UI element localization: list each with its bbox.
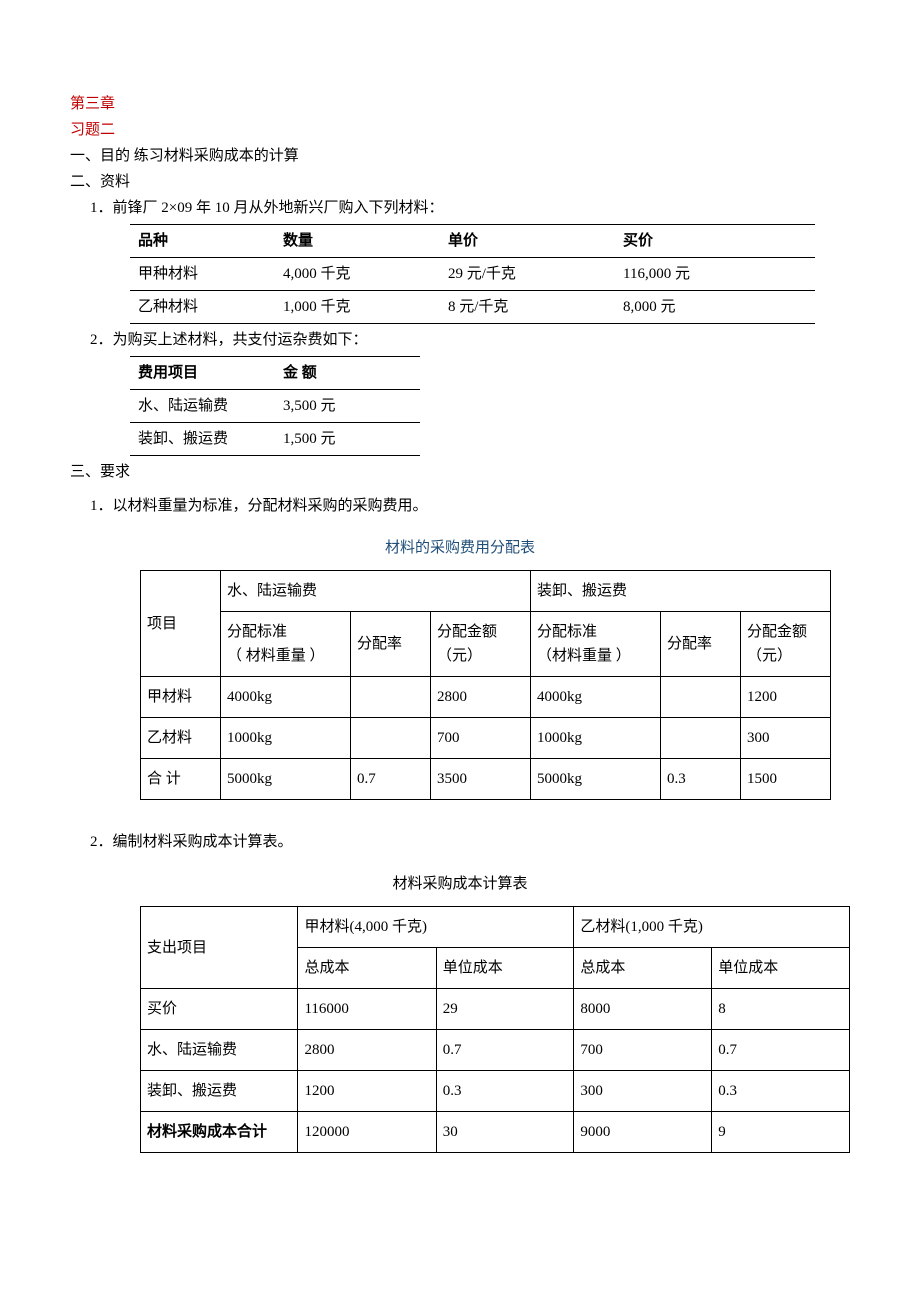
cost-total-label: 材料采购成本合计	[141, 1112, 298, 1153]
alloc-cell: 甲材料	[141, 677, 221, 718]
cost-cell: 300	[574, 1071, 712, 1112]
exercise-heading: 习题二	[70, 118, 850, 142]
chapter-heading: 第三章	[70, 92, 850, 116]
alloc-cell: 4000kg	[221, 677, 351, 718]
requirement-1: 1．以材料重量为标准，分配材料采购的采购费用。	[70, 494, 850, 518]
cost-cell: 水、陆运输费	[141, 1030, 298, 1071]
alloc-cell: 1500	[741, 759, 831, 800]
cost-cell: 30	[436, 1112, 574, 1153]
purpose-line: 一、目的 练习材料采购成本的计算	[70, 144, 850, 168]
info-line-1: 1．前锋厂 2×09 年 10 月从外地新兴厂购入下列材料：	[70, 196, 850, 220]
cost-cell: 9000	[574, 1112, 712, 1153]
alloc-cell	[351, 718, 431, 759]
alloc-cell: 300	[741, 718, 831, 759]
cost-cell: 2800	[298, 1030, 436, 1071]
cost-table: 支出项目 甲材料(4,000 千克) 乙材料(1,000 千克) 总成本 单位成…	[140, 906, 850, 1153]
materials-cell: 甲种材料	[130, 258, 275, 291]
alloc-subheader: 分配金额 （元）	[741, 612, 831, 677]
cost-header-mat1: 甲材料(4,000 千克)	[298, 907, 574, 948]
cost-cell: 8	[712, 989, 850, 1030]
cost-cell: 0.3	[712, 1071, 850, 1112]
cost-cell: 装卸、搬运费	[141, 1071, 298, 1112]
materials-cell: 29 元/千克	[440, 258, 615, 291]
alloc-cell: 0.3	[661, 759, 741, 800]
alloc-cell: 700	[431, 718, 531, 759]
materials-table: 品种 数量 单价 买价 甲种材料 4,000 千克 29 元/千克 116,00…	[130, 224, 815, 324]
cost-table-title: 材料采购成本计算表	[70, 872, 850, 896]
cost-cell: 0.7	[436, 1030, 574, 1071]
materials-cell: 8,000 元	[615, 291, 815, 324]
alloc-cell: 4000kg	[531, 677, 661, 718]
alloc-cell: 3500	[431, 759, 531, 800]
alloc-cell	[661, 677, 741, 718]
materials-header: 买价	[615, 225, 815, 258]
fees-header: 费用项目	[130, 357, 275, 390]
alloc-cell: 乙材料	[141, 718, 221, 759]
alloc-subheader: 分配标准 （材料重量 ）	[531, 612, 661, 677]
alloc-cell	[661, 718, 741, 759]
cost-subheader: 单位成本	[436, 948, 574, 989]
materials-cell: 4,000 千克	[275, 258, 440, 291]
cost-cell: 1200	[298, 1071, 436, 1112]
alloc-cell: 合 计	[141, 759, 221, 800]
allocation-table: 项目 水、陆运输费 装卸、搬运费 分配标准 （ 材料重量 ） 分配率 分配金额 …	[140, 570, 831, 800]
cost-cell: 116000	[298, 989, 436, 1030]
alloc-cell: 0.7	[351, 759, 431, 800]
requirement-2: 2．编制材料采购成本计算表。	[70, 830, 850, 854]
fees-cell: 3,500 元	[275, 390, 420, 423]
cost-cell: 买价	[141, 989, 298, 1030]
fees-cell: 水、陆运输费	[130, 390, 275, 423]
alloc-subheader: 分配率	[661, 612, 741, 677]
materials-header: 品种	[130, 225, 275, 258]
materials-cell: 8 元/千克	[440, 291, 615, 324]
cost-cell: 0.7	[712, 1030, 850, 1071]
cost-subheader: 总成本	[574, 948, 712, 989]
cost-cell: 700	[574, 1030, 712, 1071]
alloc-cell: 5000kg	[221, 759, 351, 800]
info-line-2: 2．为购买上述材料，共支付运杂费如下：	[70, 328, 850, 352]
cost-subheader: 总成本	[298, 948, 436, 989]
alloc-cell: 1000kg	[531, 718, 661, 759]
cost-header-mat2: 乙材料(1,000 千克)	[574, 907, 850, 948]
cost-cell: 9	[712, 1112, 850, 1153]
alloc-cell: 5000kg	[531, 759, 661, 800]
cost-subheader: 单位成本	[712, 948, 850, 989]
alloc-header-item: 项目	[141, 571, 221, 677]
fees-cell: 装卸、搬运费	[130, 423, 275, 456]
fees-table: 费用项目 金 额 水、陆运输费 3,500 元 装卸、搬运费 1,500 元	[130, 356, 420, 456]
materials-header: 单价	[440, 225, 615, 258]
alloc-header-group1: 水、陆运输费	[221, 571, 531, 612]
cost-header-expense: 支出项目	[141, 907, 298, 989]
materials-cell: 116,000 元	[615, 258, 815, 291]
materials-header: 数量	[275, 225, 440, 258]
cost-cell: 8000	[574, 989, 712, 1030]
alloc-cell: 1000kg	[221, 718, 351, 759]
alloc-header-group2: 装卸、搬运费	[531, 571, 831, 612]
fees-cell: 1,500 元	[275, 423, 420, 456]
requirements-heading: 三、要求	[70, 460, 850, 484]
alloc-cell	[351, 677, 431, 718]
cost-cell: 29	[436, 989, 574, 1030]
materials-cell: 乙种材料	[130, 291, 275, 324]
allocation-table-title: 材料的采购费用分配表	[70, 536, 850, 560]
fees-header: 金 额	[275, 357, 420, 390]
alloc-cell: 2800	[431, 677, 531, 718]
alloc-subheader: 分配标准 （ 材料重量 ）	[221, 612, 351, 677]
cost-cell: 120000	[298, 1112, 436, 1153]
materials-heading: 二、资料	[70, 170, 850, 194]
alloc-subheader: 分配金额 （元）	[431, 612, 531, 677]
alloc-cell: 1200	[741, 677, 831, 718]
alloc-subheader: 分配率	[351, 612, 431, 677]
materials-cell: 1,000 千克	[275, 291, 440, 324]
cost-cell: 0.3	[436, 1071, 574, 1112]
